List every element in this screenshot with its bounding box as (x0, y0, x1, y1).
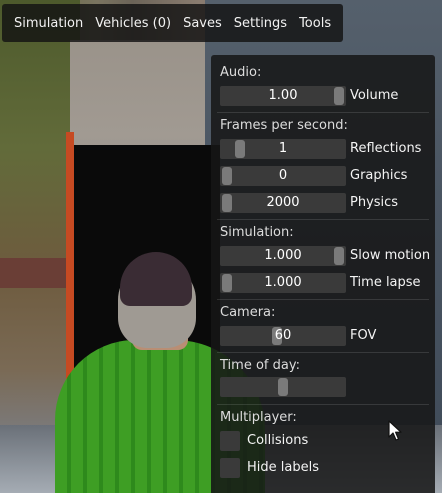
menu-saves[interactable]: Saves (177, 16, 228, 31)
multiplayer-section-title: Multiplayer: (220, 410, 297, 425)
arrow-cursor-icon (388, 420, 402, 441)
graphics-value: 0 (278, 168, 288, 183)
time-of-day-section-title: Time of day: (220, 358, 300, 373)
reflections-label: Reflections (350, 141, 422, 156)
collisions-checkbox[interactable] (220, 431, 240, 451)
fov-label: FOV (350, 328, 377, 343)
reflections-value: 1 (278, 141, 288, 156)
volume-slider[interactable]: 1.00 (220, 86, 346, 106)
physics-label: Physics (350, 195, 399, 210)
section-divider (217, 352, 429, 353)
physics-value: 2000 (266, 195, 300, 210)
reflections-slider[interactable]: 1 (220, 139, 346, 159)
camera-section-title: Camera: (220, 305, 276, 320)
slow-motion-label: Slow motion (350, 248, 431, 263)
fps-section-title: Frames per second: (220, 118, 348, 133)
slow-motion-slider[interactable]: 1.000 (220, 246, 346, 266)
time-lapse-label: Time lapse (350, 275, 421, 290)
menu-simulation[interactable]: Simulation (8, 16, 89, 31)
hide-labels-checkbox[interactable] (220, 458, 240, 478)
section-divider (217, 404, 429, 405)
menu-settings[interactable]: Settings (228, 16, 293, 31)
graphics-label: Graphics (350, 168, 408, 183)
time-lapse-value: 1.000 (264, 275, 302, 290)
menu-tools[interactable]: Tools (293, 16, 337, 31)
simulation-section-title: Simulation: (220, 225, 294, 240)
volume-value: 1.00 (268, 88, 298, 103)
section-divider (217, 112, 429, 113)
section-divider (217, 219, 429, 220)
time-of-day-slider-handle[interactable] (278, 378, 288, 396)
slow-motion-value: 1.000 (264, 248, 302, 263)
top-menu-bar: Simulation Vehicles (0) Saves Settings T… (2, 4, 344, 42)
collisions-label: Collisions (247, 433, 309, 448)
background-stripe (0, 258, 70, 288)
fov-value: 60 (274, 328, 292, 343)
audio-section-title: Audio: (220, 65, 262, 80)
time-lapse-slider[interactable]: 1.000 (220, 273, 346, 293)
fov-slider[interactable]: 60 (220, 326, 346, 346)
time-of-day-slider[interactable] (220, 377, 346, 397)
menu-vehicles[interactable]: Vehicles (0) (89, 16, 177, 31)
graphics-slider[interactable]: 0 (220, 166, 346, 186)
physics-slider[interactable]: 2000 (220, 193, 346, 213)
volume-label: Volume (350, 88, 399, 103)
hide-labels-label: Hide labels (247, 460, 319, 475)
section-divider (217, 299, 429, 300)
